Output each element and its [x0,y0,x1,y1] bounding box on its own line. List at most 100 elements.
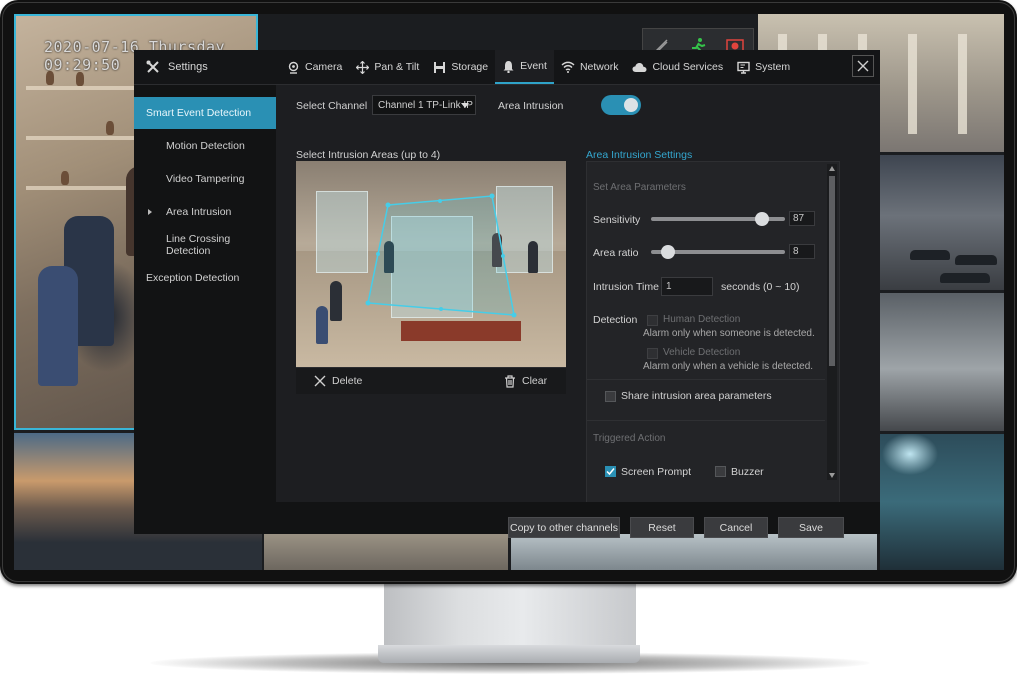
close-icon [857,60,869,72]
share-params-checkbox[interactable] [605,391,616,402]
settings-sidebar: Smart Event Detection Motion Detection V… [134,85,276,534]
triggered-action-label: Triggered Action [593,433,666,444]
cloud-icon [632,62,647,72]
select-channel-label: Select Channel [296,100,368,112]
camera-feed[interactable] [14,433,262,570]
scroll-down-icon[interactable] [829,473,835,478]
camera-feed[interactable] [264,534,508,570]
human-detection-note: Alarm only when someone is detected. [643,328,815,339]
tab-pan-tilt[interactable]: Pan & Tilt [349,50,426,84]
slider-thumb[interactable] [660,245,675,259]
area-ratio-slider[interactable] [651,245,785,259]
current-item-arrow-icon [148,209,152,215]
settings-scrollbar[interactable] [827,164,837,480]
tab-label: Network [579,61,619,73]
cancel-button[interactable]: Cancel [704,517,768,538]
intrusion-time-unit: seconds (0 ~ 10) [721,281,800,293]
car [940,273,990,283]
sidebar-item-label: Motion Detection [166,140,245,152]
tab-label: Event [520,60,547,72]
record-icon[interactable] [725,36,745,56]
vase [46,71,54,85]
column [818,34,827,134]
human-detection-label: Human Detection [663,314,741,325]
car [910,250,950,260]
reset-button[interactable]: Reset [630,517,694,538]
display-case [316,191,368,273]
slider-thumb[interactable] [755,212,770,226]
sensitivity-value[interactable]: 87 [789,211,815,226]
mute-icon[interactable] [651,36,671,56]
tab-storage[interactable]: Storage [426,50,495,84]
scroll-up-icon[interactable] [829,166,835,171]
camera-feed[interactable] [758,14,1004,152]
tab-network[interactable]: Network [554,50,626,84]
intrusion-area-polygon[interactable] [296,161,566,367]
intrusion-time-input[interactable]: 1 [661,277,713,296]
area-ratio-value[interactable]: 8 [789,244,815,259]
camera-icon [288,61,299,74]
tab-camera[interactable]: Camera [280,50,349,84]
vehicle-detection-checkbox[interactable] [647,348,658,359]
camera-feed[interactable] [511,534,877,570]
area-tools-bar: Delete Clear [296,367,566,394]
camera-feed[interactable] [880,434,1004,570]
floor [296,251,566,367]
detection-label: Detection [593,314,638,326]
channel-select[interactable]: Channel 1 TP-Link IP [372,95,476,115]
human-detection-checkbox[interactable] [647,315,658,326]
close-icon [314,375,326,387]
settings-content: Select Channel Channel 1 TP-Link IP Area… [276,85,880,534]
camera-timestamp: 2020-07-16 Thursday 09:29:50 [44,38,226,74]
screen-prompt-checkbox[interactable] [605,466,616,477]
close-button[interactable] [852,55,874,77]
monitor-bezel: 2020-07-16 Thursday 09:29:50 Settings Ca… [0,0,1017,584]
wifi-icon [561,61,575,73]
column [858,34,867,134]
clear-button[interactable]: Clear [504,368,547,394]
check-icon [606,468,615,476]
save-button[interactable]: Save [778,517,844,538]
dialog-footer [134,502,880,534]
delete-button[interactable]: Delete [314,368,362,394]
sidebar-item-smart-event-detection[interactable]: Smart Event Detection [134,97,276,129]
camera-toolbar [642,28,754,64]
area-intrusion-toggle[interactable] [601,95,641,115]
display-case [496,186,553,273]
sidebar-item-area-intrusion[interactable]: Area Intrusion [134,196,276,228]
sidebar-item-label: Video Tampering [166,173,245,185]
sidebar-item-video-tampering[interactable]: Video Tampering [134,163,276,195]
scrollbar-thumb[interactable] [829,176,835,366]
sidebar-item-line-crossing-detection[interactable]: Line Crossing Detection [134,229,276,261]
tab-system[interactable]: System [730,50,797,84]
area-intrusion-label: Area Intrusion [498,100,564,112]
sidebar-item-motion-detection[interactable]: Motion Detection [134,130,276,162]
camera-feed-main[interactable]: 2020-07-16 Thursday 09:29:50 [14,14,258,430]
visitor [492,233,502,267]
tab-label: Pan & Tilt [374,61,420,73]
copy-to-other-channels-button[interactable]: Copy to other channels [508,517,620,538]
sidebar-item-label: Area Intrusion [166,206,232,218]
monitor-stand [384,582,636,648]
sidebar-item-exception-detection[interactable]: Exception Detection [134,262,276,294]
shelf [26,186,136,190]
tab-cloud-services[interactable]: Cloud Services [625,50,730,84]
person [126,166,154,256]
shelf [26,86,136,90]
storage-icon [434,61,446,73]
buzzer-checkbox[interactable] [715,466,726,477]
set-area-parameters-label: Set Area Parameters [593,182,686,193]
camera-feed[interactable] [880,293,1004,431]
motion-person-icon[interactable] [688,36,708,56]
intrusion-area-preview[interactable] [296,161,566,367]
vehicle-detection-label: Vehicle Detection [663,347,741,358]
camera-feed[interactable] [880,155,1004,290]
visitor [528,241,538,273]
column [908,34,917,134]
sidebar-item-label: Line Crossing Detection [166,233,231,257]
divider [587,379,825,380]
sensitivity-slider[interactable] [651,212,785,226]
column [958,34,967,134]
tab-event[interactable]: Event [495,50,554,84]
toggle-knob [624,98,638,112]
